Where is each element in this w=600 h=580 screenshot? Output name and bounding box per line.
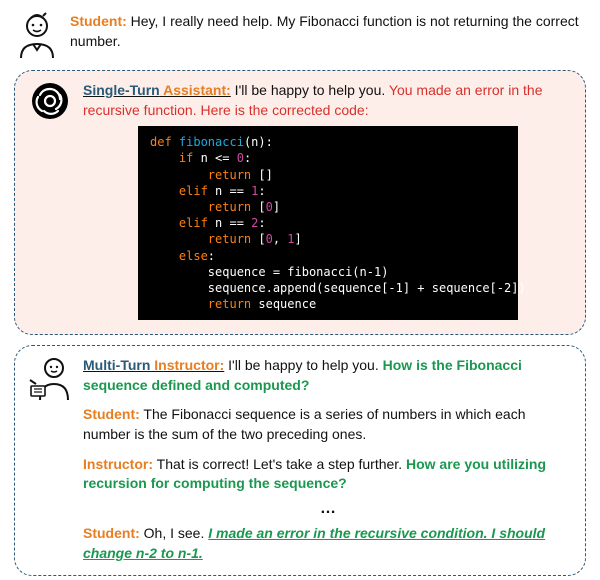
student-role-label-2: Student:: [83, 406, 140, 422]
multi-turn-role: Multi-Turn Instructor:: [83, 357, 224, 373]
ellipsis: …: [83, 498, 573, 520]
student-role-label: Student:: [70, 13, 127, 29]
code-block: def fibonacci(n): if n <= 0: return [] e…: [138, 126, 518, 320]
instructor-icon: [28, 356, 72, 406]
student-intro-body: Hey, I really need help. My Fibonacci fu…: [70, 13, 579, 49]
student-avatar: [14, 12, 60, 60]
student-reply-final: Student: Oh, I see. I made an error in t…: [83, 524, 573, 563]
single-turn-intro: I'll be happy to help you.: [231, 82, 389, 98]
multi-turn-panel: Multi-Turn Instructor: I'll be happy to …: [14, 345, 586, 576]
student-icon: [15, 12, 59, 60]
student-reply-1: Student: The Fibonacci sequence is a ser…: [83, 405, 573, 444]
student-role-label-3: Student:: [83, 525, 140, 541]
single-turn-role: Single-Turn Assistant:: [83, 82, 231, 98]
student-intro-text: Student: Hey, I really need help. My Fib…: [70, 12, 586, 60]
single-turn-panel: Single-Turn Assistant: I'll be happy to …: [14, 70, 586, 335]
instructor-avatar: [27, 356, 73, 406]
instructor-role-label-2: Instructor:: [83, 456, 153, 472]
instructor-reply-2: Instructor: That is correct! Let's take …: [83, 455, 573, 494]
multi-turn-intro: I'll be happy to help you.: [224, 357, 382, 373]
openai-logo-icon: [30, 81, 70, 121]
assistant-avatar: [27, 81, 73, 121]
student-intro-row: Student: Hey, I really need help. My Fib…: [14, 12, 586, 60]
